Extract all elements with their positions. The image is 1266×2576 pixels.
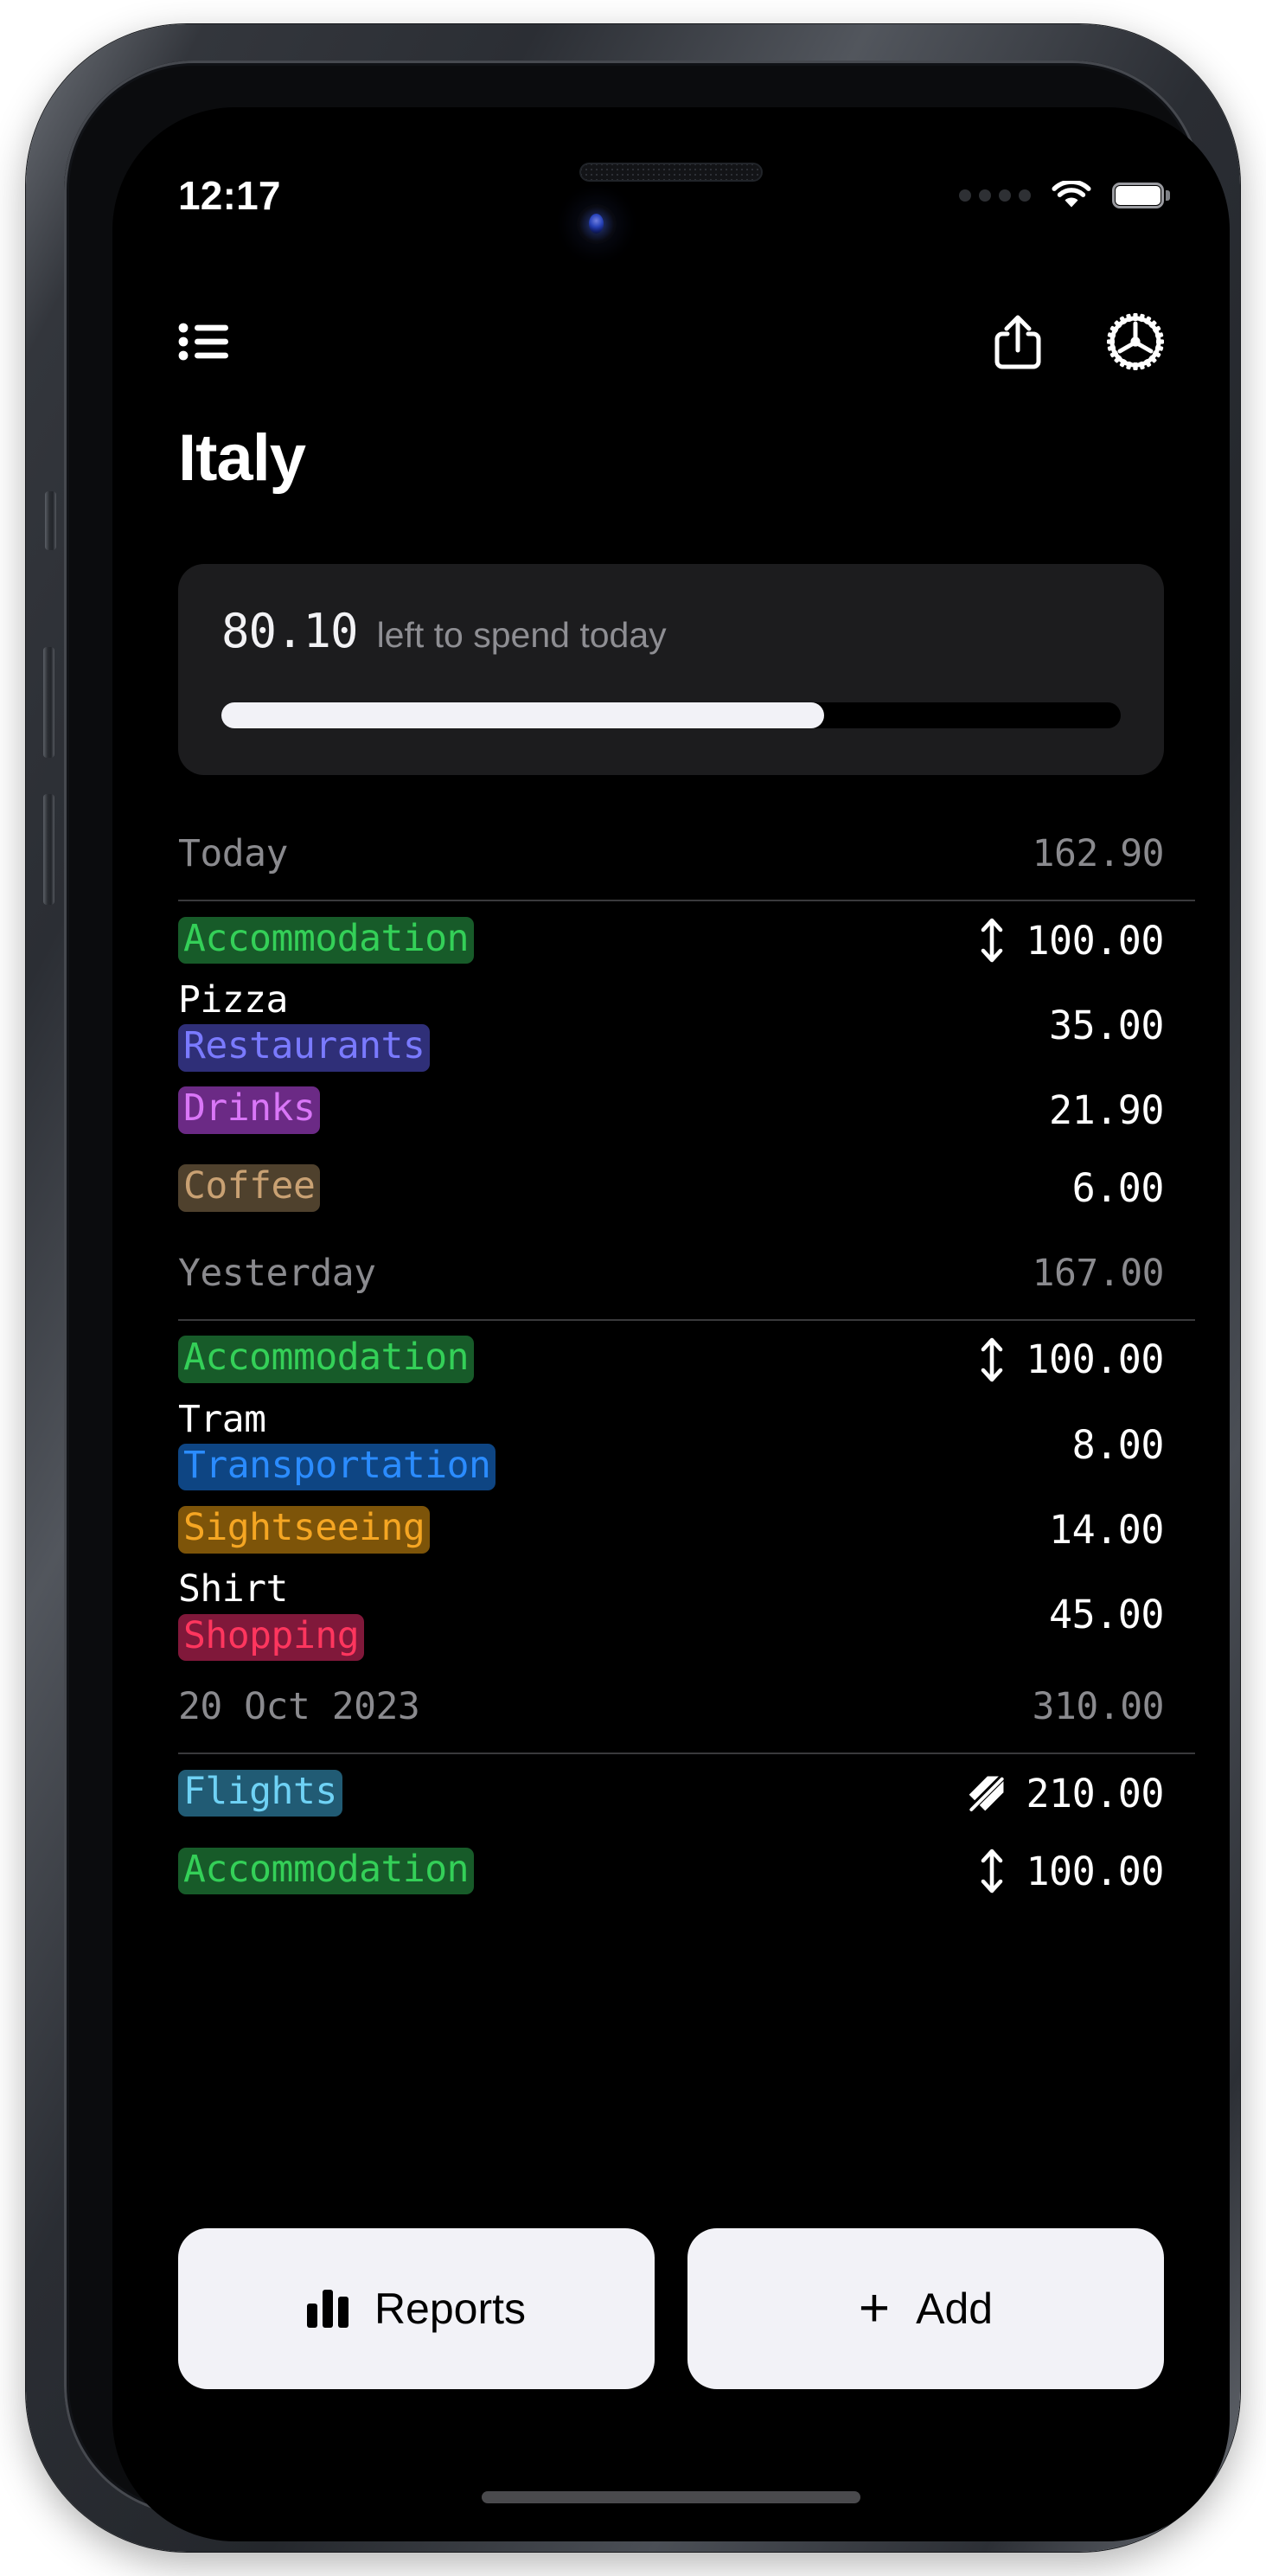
category-tag[interactable]: Accommodation [178,1847,475,1895]
expense-row[interactable]: Flights 210.00 [112,1754,1230,1832]
expense-row-left: Accommodation [178,1847,475,1895]
expense-row-right: 8.00 [1071,1421,1165,1468]
volume-up-button[interactable] [43,647,54,758]
expense-row[interactable]: Drinks 21.90 [112,1072,1230,1150]
section-total: 310.00 [1032,1685,1165,1729]
expense-row[interactable]: Sightseeing 14.00 [112,1490,1230,1568]
section-header: Yesterday 167.00 [112,1227,1230,1319]
expense-row-left: Accommodation [178,1336,475,1384]
category-tag[interactable]: Accommodation [178,1336,475,1384]
expense-amount: 35.00 [1049,1002,1164,1048]
budget-card[interactable]: 80.10 left to spend today [178,564,1164,775]
category-tag[interactable]: Transportation [178,1443,496,1491]
expense-list: Today 162.90 Accommodation 100.00 Pizza Resta… [112,808,1230,1910]
expense-row[interactable]: Pizza Restaurants 35.00 [112,979,1230,1072]
expense-row-left: Flights [178,1769,342,1817]
reports-button-label: Reports [374,2284,527,2333]
expense-row-left: Sightseeing [178,1506,431,1554]
reports-button[interactable]: Reports [178,2228,655,2389]
expense-row-right: 100.00 [977,1848,1164,1894]
expense-row[interactable]: Tram Transportation 8.00 [112,1399,1230,1491]
expense-row-right: 100.00 [977,917,1164,964]
plus-icon: + [858,2278,891,2339]
add-button-label: Add [916,2284,994,2333]
wifi-icon [1052,179,1091,210]
signal-dots-icon [959,189,1031,202]
expense-row-left: Drinks [178,1086,321,1135]
screenshot-root: 12:17 Italy 80.10 left to spend today To… [0,0,1266,2576]
bulleted-list-icon[interactable] [178,322,230,362]
section-header: Today 162.90 [112,808,1230,900]
expense-note: Shirt [178,1567,288,1612]
section-title: Today [178,832,288,875]
page-title: Italy [178,421,306,495]
expense-note: Pizza [178,978,288,1022]
status-bar-time: 12:17 [178,173,281,218]
bottom-action-bar: Reports + Add [112,2228,1230,2389]
gear-icon[interactable] [1107,313,1164,370]
expense-amount: 8.00 [1071,1421,1165,1468]
expense-row-right: 6.00 [1071,1165,1165,1212]
expense-row-left: Shirt Shopping [178,1567,365,1662]
category-tag[interactable]: Coffee [178,1164,321,1213]
phone-bezel: 12:17 Italy 80.10 left to spend today To… [64,61,1230,2541]
budget-progress-track [221,702,1121,728]
phone-screen: 12:17 Italy 80.10 left to spend today To… [112,107,1230,2541]
expense-amount: 21.90 [1049,1087,1164,1134]
share-icon[interactable] [994,313,1041,370]
budget-remaining-label: left to spend today [376,615,667,655]
budget-remaining-amount: 80.10 [221,604,359,658]
budget-progress-fill [221,702,824,728]
tag-slash-icon [967,1773,1007,1813]
expense-row-left: Pizza Restaurants [178,978,431,1072]
expense-row-right: 14.00 [1049,1507,1164,1553]
expense-row-right: 21.90 [1049,1087,1164,1133]
app-header [112,294,1230,389]
expense-amount: 6.00 [1071,1165,1165,1212]
status-bar: 12:17 [112,168,1230,223]
home-indicator[interactable] [482,2491,860,2503]
expense-note: Tram [178,1397,266,1441]
expense-amount: 210.00 [1026,1770,1164,1817]
category-tag[interactable]: Accommodation [178,916,475,964]
section-total: 167.00 [1032,1251,1165,1295]
expense-amount: 100.00 [1026,1336,1164,1383]
expense-row-right: 100.00 [977,1336,1164,1383]
volume-down-button[interactable] [43,794,54,905]
spread-arrows-icon [977,1336,1007,1383]
expense-row[interactable]: Accommodation 100.00 [112,901,1230,979]
spread-arrows-icon [977,1848,1007,1894]
section-title: 20 Oct 2023 [178,1685,420,1729]
category-tag[interactable]: Sightseeing [178,1506,431,1554]
category-tag[interactable]: Shopping [178,1613,365,1662]
expense-row-left: Accommodation [178,916,475,964]
status-bar-indicators [959,179,1170,210]
expense-row[interactable]: Coffee 6.00 [112,1150,1230,1227]
expense-row[interactable]: Accommodation 100.00 [112,1321,1230,1399]
expense-row-left: Coffee [178,1164,321,1213]
expense-row[interactable]: Accommodation 100.00 [112,1832,1230,1910]
spread-arrows-icon [977,917,1007,964]
phone-frame: 12:17 Italy 80.10 left to spend today To… [26,24,1240,2552]
section-total: 162.90 [1032,832,1165,875]
silent-switch[interactable] [45,491,56,550]
section-header: 20 Oct 2023 310.00 [112,1661,1230,1753]
expense-row-left: Tram Transportation [178,1399,496,1491]
section-title: Yesterday [178,1251,376,1295]
add-button[interactable]: + Add [687,2228,1164,2389]
expense-amount: 45.00 [1049,1592,1164,1638]
expense-row-right: 35.00 [1049,1003,1164,1048]
battery-full-icon [1112,183,1170,208]
expense-amount: 14.00 [1049,1506,1164,1553]
category-tag[interactable]: Restaurants [178,1024,431,1072]
expense-amount: 100.00 [1026,1848,1164,1894]
expense-row[interactable]: Shirt Shopping 45.00 [112,1567,1230,1662]
expense-amount: 100.00 [1026,917,1164,964]
expense-row-right: 45.00 [1049,1592,1164,1637]
category-tag[interactable]: Drinks [178,1086,321,1135]
category-tag[interactable]: Flights [178,1769,342,1817]
expense-row-right: 210.00 [967,1771,1164,1817]
bar-chart-icon [306,2290,348,2328]
